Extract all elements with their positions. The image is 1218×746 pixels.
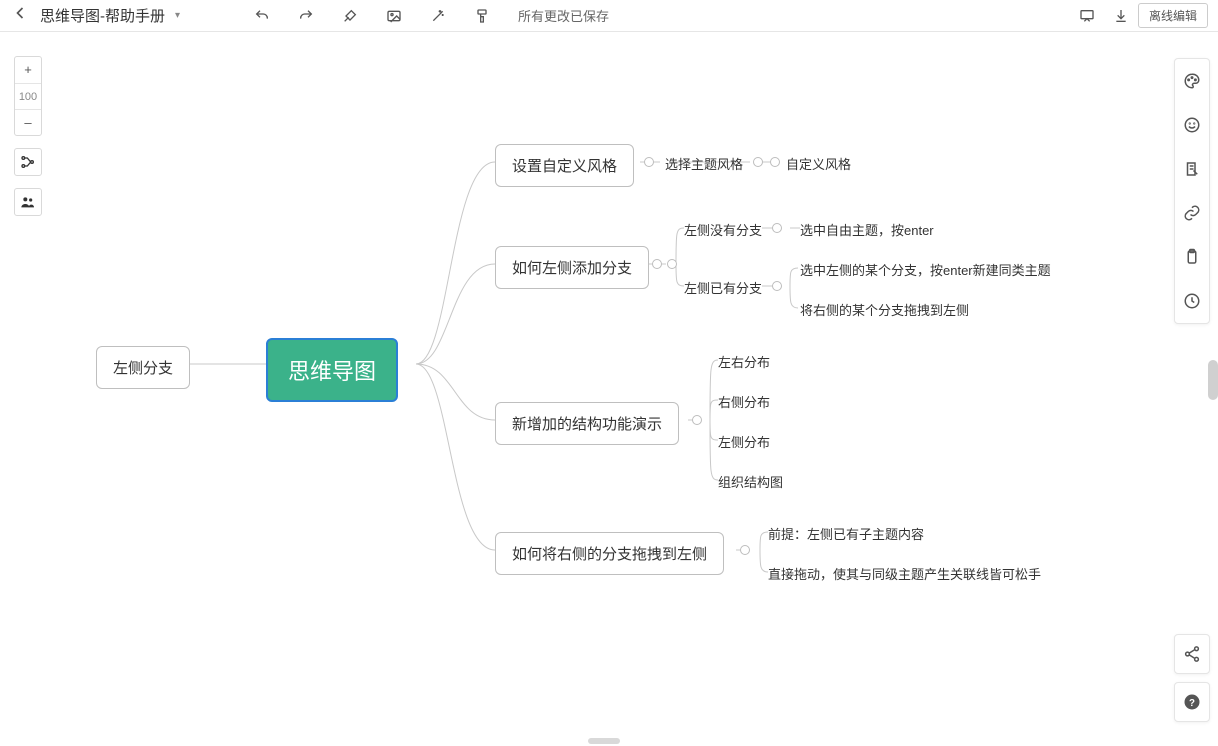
node-label: 右侧分布 — [718, 395, 770, 410]
node-label: 左侧分支 — [113, 360, 173, 377]
node-label: 选中左侧的某个分支，按enter新建同类主题 — [800, 263, 1051, 278]
node-n3-c4[interactable]: 组织结构图 — [718, 472, 783, 491]
node-label: 左侧已有分支 — [684, 281, 762, 296]
node-label: 直接拖动，使其与同级主题产生关联线皆可松手 — [768, 567, 1041, 582]
brush-icon — [342, 8, 358, 24]
node-label: 前提：左侧已有子主题内容 — [768, 527, 924, 542]
node-label: 自定义风格 — [786, 157, 851, 172]
node-label: 将右侧的某个分支拖拽到左侧 — [800, 303, 969, 318]
node-n1-c1[interactable]: 选择主题风格 — [665, 154, 743, 173]
undo-button[interactable] — [240, 7, 284, 24]
brush-button[interactable] — [328, 7, 372, 24]
node-n2-c2b[interactable]: 将右侧的某个分支拖拽到左侧 — [800, 300, 969, 319]
image-button[interactable] — [372, 7, 416, 24]
joint-icon — [652, 259, 662, 269]
joint-icon — [753, 157, 763, 167]
magic-wand-icon — [430, 8, 446, 24]
node-label: 选择主题风格 — [665, 157, 743, 172]
undo-icon — [254, 8, 270, 24]
download-icon — [1113, 8, 1129, 24]
node-label: 如何左侧添加分支 — [512, 260, 632, 277]
presentation-icon — [1079, 8, 1095, 24]
save-status: 所有更改已保存 — [518, 6, 609, 25]
node-label: 组织结构图 — [718, 475, 783, 490]
node-n3-c2[interactable]: 右侧分布 — [718, 392, 770, 411]
node-n4-c1[interactable]: 前提：左侧已有子主题内容 — [768, 524, 924, 543]
node-label: 选中自由主题，按enter — [800, 223, 934, 238]
bottom-resize-handle[interactable] — [588, 738, 620, 744]
format-painter-button[interactable] — [460, 7, 504, 24]
node-n2-c1a[interactable]: 选中自由主题，按enter — [800, 220, 934, 239]
node-left-branch[interactable]: 左侧分支 — [96, 346, 190, 389]
joint-icon — [692, 415, 702, 425]
joint-icon — [667, 259, 677, 269]
node-n4-c2[interactable]: 直接拖动，使其与同级主题产生关联线皆可松手 — [768, 564, 1041, 583]
node-n1[interactable]: 设置自定义风格 — [495, 144, 634, 187]
node-n4[interactable]: 如何将右侧的分支拖拽到左侧 — [495, 532, 724, 575]
node-n3-c3[interactable]: 左侧分布 — [718, 432, 770, 451]
image-icon — [386, 8, 402, 24]
node-n2-c1[interactable]: 左侧没有分支 — [684, 220, 762, 239]
joint-icon — [772, 281, 782, 291]
document-title[interactable]: 思维导图-帮助手册 — [40, 5, 165, 26]
connector-wires — [0, 32, 1218, 746]
back-button[interactable] — [10, 3, 30, 28]
node-n3-c1[interactable]: 左右分布 — [718, 352, 770, 371]
node-label: 左右分布 — [718, 355, 770, 370]
joint-icon — [644, 157, 654, 167]
node-label: 设置自定义风格 — [512, 158, 617, 175]
node-n2[interactable]: 如何左侧添加分支 — [495, 246, 649, 289]
title-menu-icon[interactable]: ▾ — [175, 10, 180, 21]
node-n2-c2a[interactable]: 选中左侧的某个分支，按enter新建同类主题 — [800, 260, 1051, 279]
node-label: 如何将右侧的分支拖拽到左侧 — [512, 546, 707, 563]
node-n2-c2[interactable]: 左侧已有分支 — [684, 278, 762, 297]
node-label: 左侧没有分支 — [684, 223, 762, 238]
node-label: 左侧分布 — [718, 435, 770, 450]
joint-icon — [740, 545, 750, 555]
top-toolbar: 思维导图-帮助手册 ▾ 所有更改已保存 离线编辑 — [0, 0, 1218, 32]
present-button[interactable] — [1070, 7, 1104, 24]
joint-icon — [772, 223, 782, 233]
download-button[interactable] — [1104, 7, 1138, 24]
node-n1-c2[interactable]: 自定义风格 — [786, 154, 851, 173]
redo-icon — [298, 8, 314, 24]
format-painter-icon — [474, 8, 490, 24]
node-label: 新增加的结构功能演示 — [512, 416, 662, 433]
node-n3[interactable]: 新增加的结构功能演示 — [495, 402, 679, 445]
offline-edit-button[interactable]: 离线编辑 — [1138, 3, 1208, 28]
chevron-left-icon — [10, 3, 30, 23]
redo-button[interactable] — [284, 7, 328, 24]
joint-icon — [770, 157, 780, 167]
magic-button[interactable] — [416, 7, 460, 24]
node-root[interactable]: 思维导图 — [266, 338, 398, 402]
mindmap-canvas[interactable]: 左侧分支 思维导图 设置自定义风格 选择主题风格 自定义风格 如何左侧添加分支 … — [0, 32, 1218, 746]
node-label: 思维导图 — [288, 359, 376, 384]
